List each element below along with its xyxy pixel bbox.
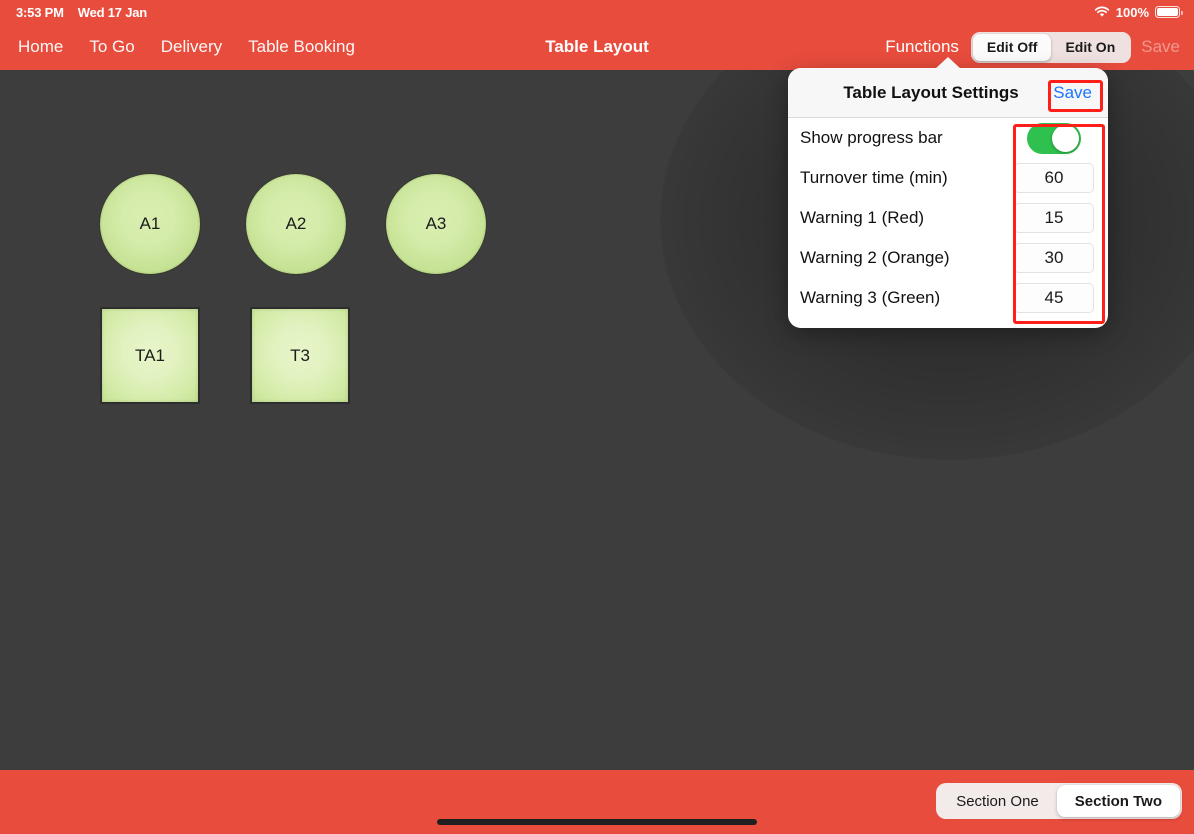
segment-section-one[interactable]: Section One — [938, 785, 1057, 817]
battery-percent-label: 100% — [1115, 4, 1149, 20]
navbar-save-button: Save — [1141, 37, 1180, 56]
table-shape-ta1[interactable]: TA1 — [100, 307, 200, 404]
battery-icon — [1155, 6, 1183, 18]
home-indicator — [437, 819, 757, 825]
setting-label: Show progress bar — [800, 128, 943, 147]
setting-row-warning-2-orange: Warning 2 (Orange) 30 — [788, 238, 1108, 278]
table-shape-a1[interactable]: A1 — [100, 174, 200, 274]
setting-row-warning-3-green: Warning 3 (Green) 45 — [788, 278, 1108, 318]
setting-row-turnover-time: Turnover time (min) 60 — [788, 158, 1108, 198]
status-bar: 3:53 PM Wed 17 Jan 100% — [0, 0, 1194, 24]
popover-save-button[interactable]: Save — [1049, 81, 1096, 105]
toggle-knob — [1052, 124, 1079, 152]
table-label: A2 — [285, 214, 307, 233]
status-bar-right: 100% — [1094, 4, 1183, 20]
functions-button[interactable]: Functions — [885, 37, 959, 57]
popover-header: Table Layout Settings Save — [788, 68, 1108, 118]
segment-section-two[interactable]: Section Two — [1056, 785, 1180, 817]
bottom-bar: Section One Section Two — [0, 770, 1194, 834]
warning-1-red-input[interactable]: 15 — [1014, 203, 1094, 233]
warning-2-orange-input[interactable]: 30 — [1014, 243, 1094, 273]
nav-links: Home To Go Delivery Table Booking — [18, 24, 355, 70]
setting-label: Turnover time (min) — [800, 168, 948, 187]
setting-row-show-progress-bar: Show progress bar — [788, 118, 1108, 158]
turnover-time-input[interactable]: 60 — [1014, 163, 1094, 193]
table-shape-a2[interactable]: A2 — [246, 174, 346, 274]
table-shape-t3[interactable]: T3 — [250, 307, 350, 404]
edit-mode-segmented-control[interactable]: Edit Off Edit On — [970, 31, 1132, 63]
nav-link-delivery[interactable]: Delivery — [161, 37, 222, 57]
nav-link-table-booking[interactable]: Table Booking — [248, 37, 355, 57]
setting-control: 60 — [1014, 163, 1094, 193]
setting-label: Warning 3 (Green) — [800, 288, 941, 307]
table-label: A1 — [139, 214, 161, 233]
segment-edit-off[interactable]: Edit Off — [972, 33, 1052, 61]
wifi-icon — [1094, 6, 1110, 18]
app-root: 3:53 PM Wed 17 Jan 100% Home To Go Deliv… — [0, 0, 1194, 834]
nav-link-to-go[interactable]: To Go — [89, 37, 134, 57]
setting-control — [1014, 122, 1094, 154]
status-bar-left: 3:53 PM Wed 17 Jan — [16, 5, 147, 20]
warning-3-green-input[interactable]: 45 — [1014, 283, 1094, 313]
table-shape-a3[interactable]: A3 — [386, 174, 486, 274]
status-date: Wed 17 Jan — [77, 4, 148, 20]
table-label: A3 — [425, 214, 447, 233]
table-layout-settings-popover: Table Layout Settings Save Show progress… — [788, 57, 1108, 328]
setting-row-warning-1-red: Warning 1 (Red) 15 — [788, 198, 1108, 238]
status-time: 3:53 PM — [16, 4, 64, 20]
section-segmented-control[interactable]: Section One Section Two — [936, 783, 1182, 819]
setting-label: Warning 2 (Orange) — [800, 248, 950, 267]
table-label: T3 — [290, 345, 310, 365]
settings-list: Show progress bar Turnover time (min) 60… — [788, 118, 1108, 328]
navigation-bar: Home To Go Delivery Table Booking Table … — [0, 24, 1194, 70]
nav-right-controls: Functions Edit Off Edit On Save — [885, 24, 1180, 70]
segment-edit-on[interactable]: Edit On — [1051, 34, 1129, 61]
setting-label: Warning 1 (Red) — [800, 208, 925, 227]
show-progress-bar-toggle[interactable] — [1027, 122, 1081, 154]
table-label: TA1 — [135, 345, 165, 365]
setting-control: 45 — [1014, 283, 1094, 313]
nav-link-home[interactable]: Home — [18, 37, 63, 57]
setting-control: 15 — [1014, 203, 1094, 233]
setting-control: 30 — [1014, 243, 1094, 273]
